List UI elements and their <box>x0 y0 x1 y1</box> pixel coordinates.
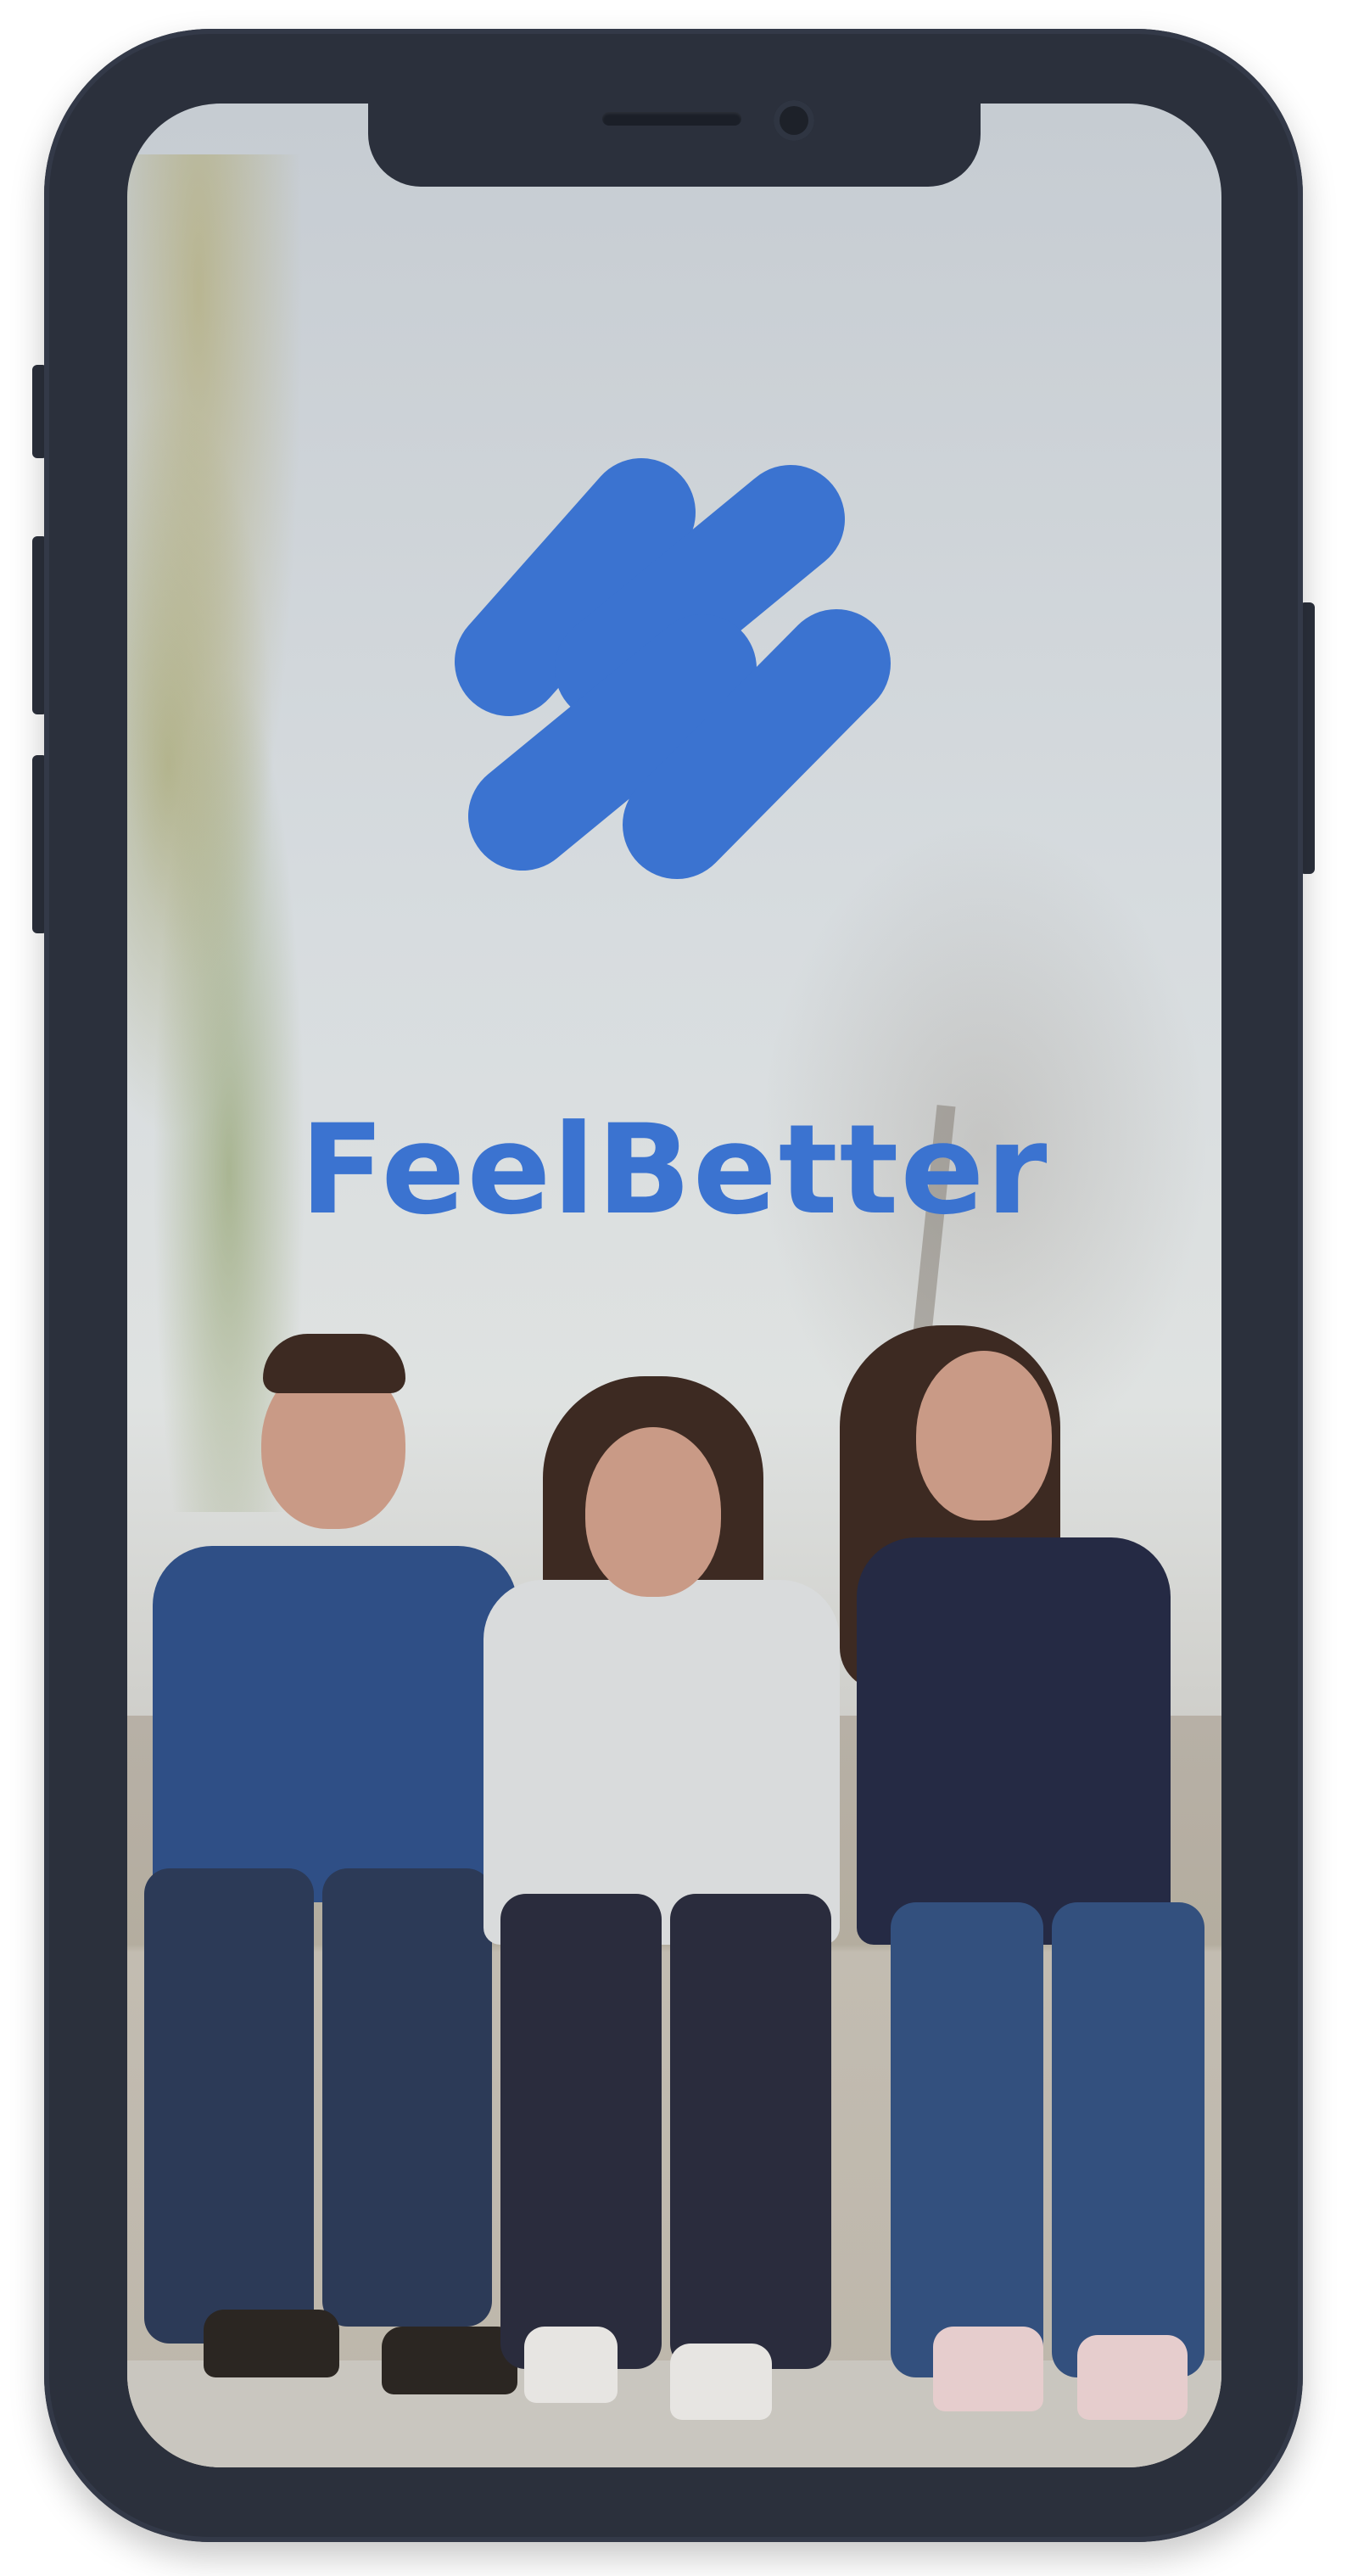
earpiece-speaker <box>602 112 741 126</box>
front-camera-icon <box>774 100 814 141</box>
device-mockup: FeelBetter <box>0 0 1347 2576</box>
app-title: FeelBetter <box>299 1098 1049 1242</box>
splash-screen: FeelBetter <box>127 104 1221 2467</box>
feelbetter-logo-icon <box>455 458 891 879</box>
background-tree-left <box>127 154 382 1512</box>
